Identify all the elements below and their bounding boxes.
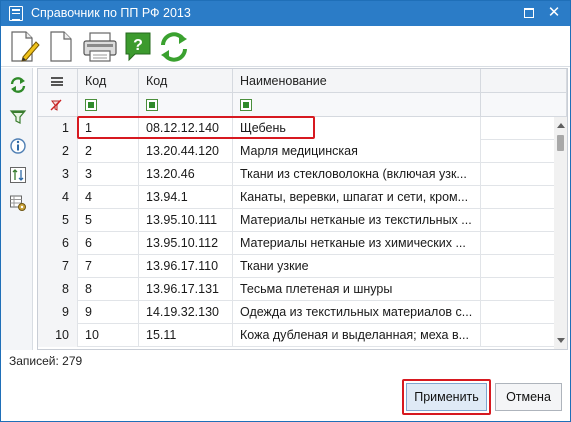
app-icon [9, 6, 23, 21]
row-number: 4 [38, 186, 78, 209]
cell-okpd-code[interactable]: 14.19.32.130 [139, 301, 233, 324]
row-number: 10 [38, 324, 78, 347]
cell-okpd-code[interactable]: 13.94.1 [139, 186, 233, 209]
column-header-okpd-code[interactable]: Код [139, 69, 233, 93]
cell-code[interactable]: 6 [78, 232, 139, 255]
table-row[interactable]: 10 10 15.11 Кожа дубленая и выделанная; … [38, 324, 554, 347]
cell-name[interactable]: Материалы нетканые из химических ... [233, 232, 481, 255]
refresh-small-icon[interactable] [9, 76, 27, 94]
table-row[interactable]: 1 1 08.12.12.140 Щебень [38, 117, 554, 140]
cell-okpd-code[interactable]: 13.95.10.112 [139, 232, 233, 255]
grid-settings-icon[interactable] [9, 194, 27, 212]
cell-name[interactable]: Канаты, веревки, шпагат и сети, кром... [233, 186, 481, 209]
grid-filter-row [38, 93, 567, 117]
side-toolbar [1, 68, 33, 350]
cell-okpd-code[interactable]: 13.20.44.120 [139, 140, 233, 163]
close-icon: ✕ [547, 4, 561, 21]
column-header-empty [481, 69, 567, 93]
svg-text:?: ? [133, 37, 143, 54]
cell-name[interactable]: Тесьма плетеная и шнуры [233, 278, 481, 301]
printer-icon[interactable] [82, 30, 118, 64]
filter-name[interactable] [233, 93, 481, 117]
cancel-button[interactable]: Отмена [495, 383, 562, 411]
cell-code[interactable]: 9 [78, 301, 139, 324]
clear-filter-icon [50, 99, 62, 111]
cell-code[interactable]: 2 [78, 140, 139, 163]
cell-name[interactable]: Ткани узкие [233, 255, 481, 278]
grid-header: Код Код Наименование [38, 69, 567, 93]
document-edit-icon[interactable] [9, 30, 41, 64]
scroll-up-icon[interactable] [557, 123, 565, 128]
restore-button[interactable] [519, 3, 539, 23]
cell-name[interactable]: Одежда из текстильных материалов с... [233, 301, 481, 324]
column-header-code[interactable]: Код [78, 69, 139, 93]
row-number: 5 [38, 209, 78, 232]
filter-empty [481, 93, 567, 117]
table-row[interactable]: 5 5 13.95.10.111 Материалы нетканые из т… [38, 209, 554, 232]
cell-code[interactable]: 4 [78, 186, 139, 209]
refresh-icon[interactable] [157, 30, 191, 64]
cell-name[interactable]: Марля медицинская [233, 140, 481, 163]
cell-code[interactable]: 1 [78, 117, 139, 140]
table-row[interactable]: 6 6 13.95.10.112 Материалы нетканые из х… [38, 232, 554, 255]
sort-icon[interactable] [9, 166, 27, 184]
cell-okpd-code[interactable]: 13.96.17.131 [139, 278, 233, 301]
table-row[interactable]: 8 8 13.96.17.131 Тесьма плетеная и шнуры [38, 278, 554, 301]
row-number: 7 [38, 255, 78, 278]
table-row[interactable]: 7 7 13.96.17.110 Ткани узкие [38, 255, 554, 278]
close-button[interactable]: ✕ [544, 3, 564, 23]
filter-okpd-code[interactable] [139, 93, 233, 117]
table-row[interactable]: 4 4 13.94.1 Канаты, веревки, шпагат и се… [38, 186, 554, 209]
apply-button[interactable]: Применить [406, 383, 487, 411]
table-row[interactable]: 2 2 13.20.44.120 Марля медицинская [38, 140, 554, 163]
row-number: 1 [38, 117, 78, 140]
filter-checkbox[interactable] [85, 99, 97, 111]
vertical-scrollbar[interactable] [554, 117, 567, 349]
row-number: 6 [38, 232, 78, 255]
window-title: Справочник по ПП РФ 2013 [31, 6, 191, 20]
cell-okpd-code[interactable]: 13.20.46 [139, 163, 233, 186]
cell-code[interactable]: 10 [78, 324, 139, 347]
menu-icon [51, 77, 63, 86]
row-number: 2 [38, 140, 78, 163]
column-header-name[interactable]: Наименование [233, 69, 481, 93]
filter-code[interactable] [78, 93, 139, 117]
help-icon[interactable]: ? [123, 30, 153, 64]
cell-name[interactable]: Ткани из стекловолокна (включая узк... [233, 163, 481, 186]
row-number: 8 [38, 278, 78, 301]
dialog-window: Справочник по ПП РФ 2013 ✕ ? Код Код Наи… [0, 0, 571, 422]
cell-okpd-code[interactable]: 08.12.12.140 [139, 117, 233, 140]
table-row[interactable]: 9 9 14.19.32.130 Одежда из текстильных м… [38, 301, 554, 324]
cell-okpd-code[interactable]: 15.11 [139, 324, 233, 347]
restore-icon [524, 8, 534, 18]
scroll-down-icon[interactable] [557, 338, 565, 343]
cell-code[interactable]: 8 [78, 278, 139, 301]
row-number: 9 [38, 301, 78, 324]
info-icon[interactable] [9, 137, 27, 155]
cell-code[interactable]: 7 [78, 255, 139, 278]
cell-okpd-code[interactable]: 13.95.10.111 [139, 209, 233, 232]
cell-name[interactable]: Кожа дубленая и выделанная; меха в... [233, 324, 481, 347]
cell-code[interactable]: 3 [78, 163, 139, 186]
filter-checkbox[interactable] [146, 99, 158, 111]
scroll-thumb[interactable] [557, 135, 564, 151]
clear-filter-button[interactable] [38, 93, 78, 117]
table-row[interactable]: 3 3 13.20.46 Ткани из стекловолокна (вкл… [38, 163, 554, 186]
document-blank-icon[interactable] [48, 30, 74, 64]
cell-name[interactable]: Материалы нетканые из текстильных ... [233, 209, 481, 232]
column-menu-button[interactable] [38, 69, 78, 93]
records-count: Записей: 279 [9, 354, 83, 368]
title-bar: Справочник по ПП РФ 2013 ✕ [1, 1, 570, 26]
toolbar: ? [1, 27, 570, 67]
filter-icon[interactable] [9, 108, 27, 126]
cell-code[interactable]: 5 [78, 209, 139, 232]
cell-okpd-code[interactable]: 13.96.17.110 [139, 255, 233, 278]
filter-checkbox[interactable] [240, 99, 252, 111]
row-number: 3 [38, 163, 78, 186]
cell-name[interactable]: Щебень [233, 117, 481, 140]
data-grid: Код Код Наименование 1 1 08.12.12.140 Ще… [37, 68, 568, 350]
